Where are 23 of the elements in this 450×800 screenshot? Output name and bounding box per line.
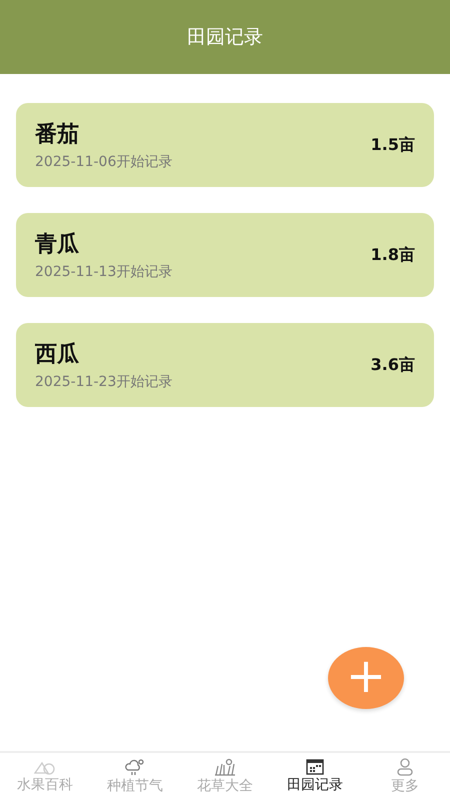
- calendar-icon: [306, 759, 324, 775]
- add-button[interactable]: +: [328, 647, 404, 709]
- weather-icon: [124, 758, 146, 776]
- tab[interactable]: 花草大全: [180, 753, 270, 800]
- crop-area: 1.8亩: [370, 244, 415, 266]
- record-card[interactable]: 番茄 2025-11-06开始记录 1.5亩: [16, 103, 434, 187]
- record-date: 2025-11-23开始记录: [35, 373, 172, 391]
- grass-icon: [214, 758, 236, 776]
- crop-name: 番茄: [35, 121, 80, 149]
- crop-area: 3.6亩: [370, 354, 415, 376]
- crop-name: 西瓜: [35, 341, 80, 369]
- crop-area: 1.5亩: [370, 134, 415, 156]
- tab[interactable]: 种植节气: [90, 753, 180, 800]
- crop-name: 青瓜: [35, 231, 80, 259]
- tab[interactable]: 更多: [360, 753, 450, 800]
- header-title: 田园记录: [187, 25, 263, 50]
- person-icon: [396, 758, 414, 776]
- record-card[interactable]: 西瓜 2025-11-23开始记录 3.6亩: [16, 323, 434, 407]
- tab[interactable]: 田园记录: [270, 753, 360, 800]
- record-date: 2025-11-06开始记录: [35, 153, 172, 171]
- tab[interactable]: 水果百科: [0, 753, 90, 800]
- record-date: 2025-11-13开始记录: [35, 263, 172, 281]
- record-card[interactable]: 青瓜 2025-11-13开始记录 1.8亩: [16, 213, 434, 297]
